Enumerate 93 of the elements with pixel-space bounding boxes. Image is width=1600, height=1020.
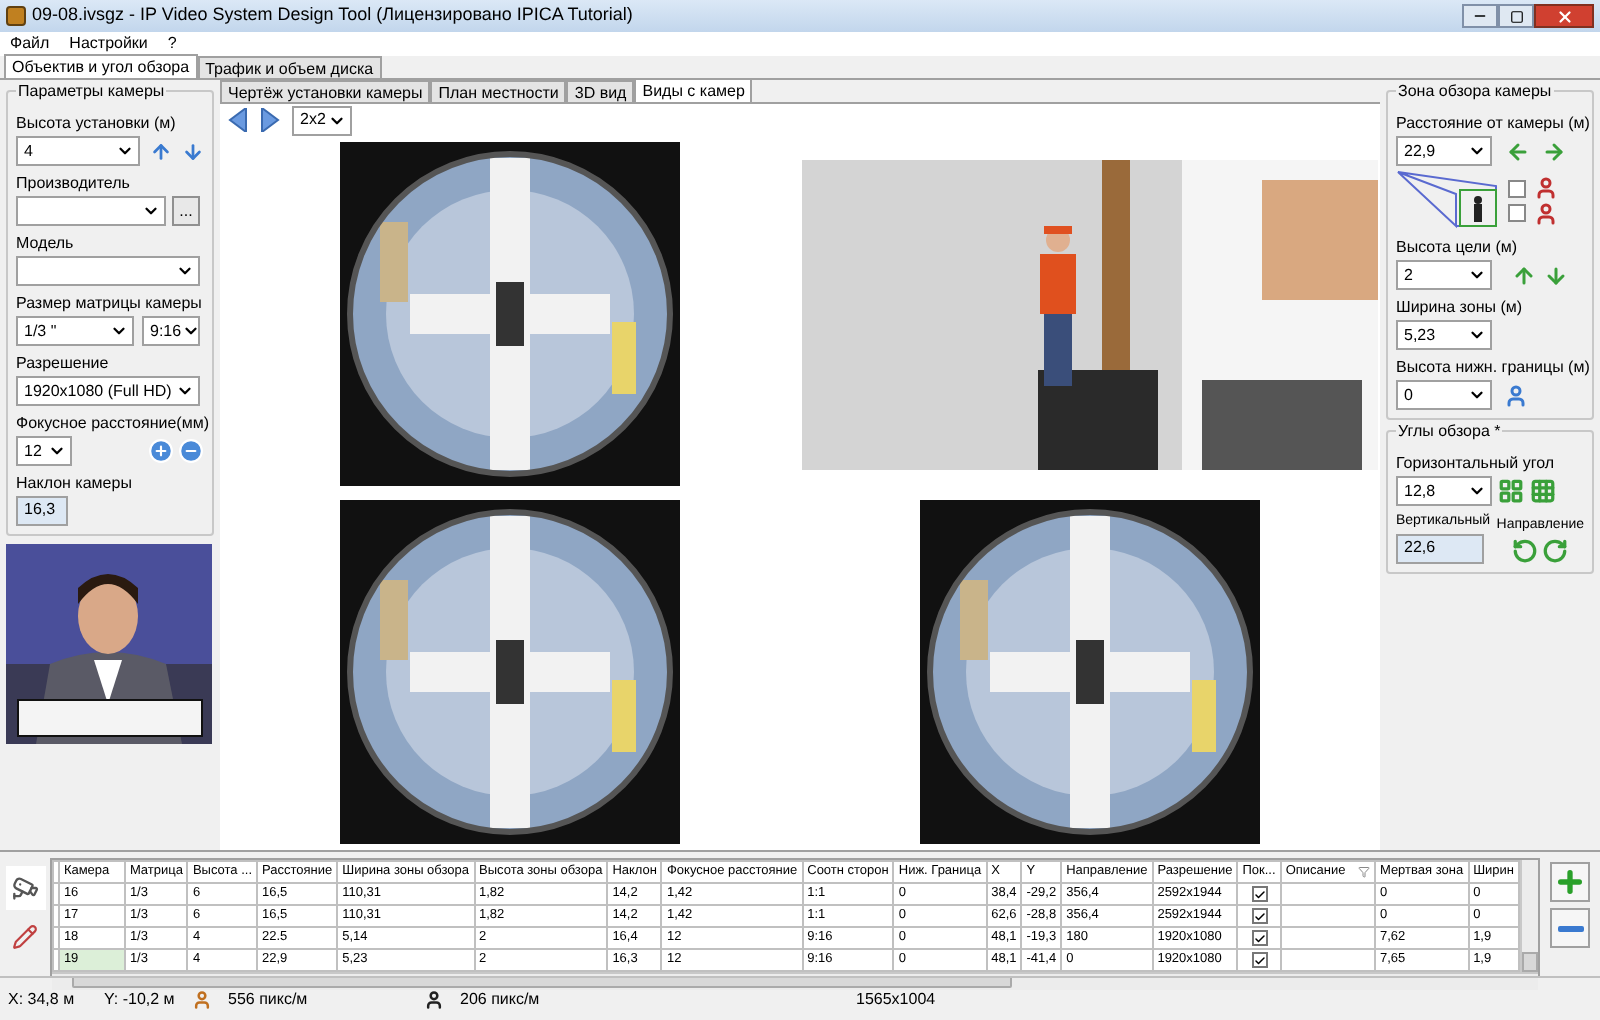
checkbox[interactable]	[1251, 952, 1268, 968]
remove-button[interactable]	[1550, 908, 1590, 948]
dropdown[interactable]: 9:16	[142, 316, 200, 346]
rotate-right-icon[interactable]	[1542, 537, 1569, 563]
field-label: Размер матрицы камеры	[16, 292, 204, 316]
group-title: Углы обзора *	[1396, 420, 1503, 444]
caret-icon	[116, 142, 134, 160]
rotate-left-icon[interactable]	[1512, 537, 1539, 563]
zoom-in-icon[interactable]	[148, 438, 174, 464]
minimize-button[interactable]	[1462, 4, 1498, 28]
vertical-scrollbar[interactable]	[1520, 860, 1538, 972]
field-label: Наклон камеры	[16, 472, 134, 496]
plus-icon	[1554, 866, 1586, 898]
input-field[interactable]: 16,3	[16, 496, 68, 526]
menu-item[interactable]: Файл	[10, 32, 50, 56]
dropdown[interactable]: 4	[16, 136, 140, 166]
person-icon	[192, 989, 212, 1009]
group-title: Зона обзора камеры	[1396, 80, 1554, 104]
dropdown[interactable]: 12	[16, 436, 72, 466]
side-tab[interactable]	[5, 866, 45, 910]
triangle-left-icon[interactable]	[228, 108, 248, 132]
view-zone-drawing	[1396, 170, 1500, 230]
checkbox[interactable]	[1251, 908, 1268, 924]
person-icon[interactable]	[1504, 381, 1528, 409]
camera-icon	[11, 874, 39, 902]
maximize-button[interactable]	[1498, 4, 1534, 28]
field-label: Расстояние от камеры (м)	[1396, 112, 1584, 136]
minus-icon	[1557, 925, 1583, 931]
tab[interactable]: 3D вид	[566, 80, 635, 102]
input-field[interactable]: 22,6	[1396, 533, 1484, 563]
caret-icon	[48, 442, 66, 460]
filter-icon[interactable]	[1357, 866, 1370, 878]
field-label: Ширина зоны (м)	[1396, 296, 1525, 320]
window-title: 09-08.ivsgz - IP Video System Design Tool (Лицензировано IPICA Tutorial)	[32, 2, 633, 29]
checkbox[interactable]	[1508, 179, 1526, 197]
status-text: 556 пикс/м	[228, 987, 310, 1011]
tab[interactable]: Объектив и угол обзора	[4, 54, 198, 78]
field-label: Высота нижн. границы (м)	[1396, 356, 1584, 380]
triangle-right-icon[interactable]	[260, 108, 280, 132]
checkbox[interactable]	[1251, 930, 1268, 946]
tab[interactable]: Чертёж установки камеры	[220, 80, 431, 102]
caret-icon	[181, 322, 200, 340]
dropdown[interactable]: 22,9	[1396, 136, 1492, 166]
tab[interactable]: Трафик и объем диска	[197, 56, 382, 78]
status-text: 206 пикс/м	[460, 987, 542, 1011]
caret-icon	[142, 202, 160, 220]
person-icon	[424, 989, 444, 1009]
dropdown[interactable]	[16, 256, 200, 286]
caret-icon	[1468, 386, 1486, 404]
field-label: Фокусное расстояние(мм)	[16, 412, 204, 436]
caret-icon	[1468, 482, 1486, 500]
close-button[interactable]	[1534, 4, 1594, 28]
group-title: Параметры камеры	[16, 80, 167, 104]
caret-icon	[176, 382, 194, 400]
browse-button[interactable]: ...	[172, 196, 200, 226]
dropdown[interactable]: 5,23	[1396, 320, 1492, 350]
field-label: Модель	[16, 232, 76, 256]
dropdown[interactable]: 12,8	[1396, 476, 1492, 506]
app-icon	[6, 6, 26, 26]
caret-icon	[1468, 142, 1486, 160]
dropdown[interactable]: 0	[1396, 380, 1492, 410]
menu-item[interactable]: Настройки	[69, 32, 148, 56]
caret-icon	[1468, 266, 1486, 284]
caret-icon	[110, 322, 128, 340]
grid-icon[interactable]	[1498, 478, 1524, 504]
checkbox[interactable]	[1251, 886, 1268, 902]
dropdown[interactable]: 2	[1396, 260, 1492, 290]
dropdown[interactable]	[16, 196, 166, 226]
maximize-icon	[1509, 9, 1523, 23]
field-label: Горизонтальный угол	[1396, 452, 1557, 476]
dropdown[interactable]: 1920x1080 (Full HD)	[16, 376, 200, 406]
tab[interactable]: План местности	[430, 80, 567, 102]
person-icon	[1534, 175, 1558, 199]
field-label: Высота цели (м)	[1396, 236, 1520, 260]
menu-item[interactable]: ?	[167, 32, 177, 56]
field-label: Производитель	[16, 172, 132, 196]
field-label: Высота установки (м)	[16, 112, 178, 136]
pencil-icon	[12, 923, 38, 949]
dropdown[interactable]: 1/3 "	[16, 316, 134, 346]
caret-icon	[176, 262, 194, 280]
grid-icon[interactable]	[1530, 478, 1556, 504]
add-button[interactable]	[1550, 862, 1590, 902]
status-text: 1565x1004	[856, 987, 936, 1011]
status-text: Y: -10,2 м	[104, 987, 176, 1011]
status-text: X: 34,8 м	[8, 987, 77, 1011]
person-icon	[1534, 201, 1558, 225]
caret-icon	[1468, 326, 1486, 344]
zoom-out-icon[interactable]	[178, 438, 204, 464]
dropdown[interactable]: 2x2	[292, 105, 352, 135]
checkbox[interactable]	[1508, 203, 1526, 221]
tab[interactable]: Виды с камер	[634, 78, 753, 102]
field-label: Разрешение	[16, 352, 111, 376]
close-icon	[1555, 7, 1573, 25]
